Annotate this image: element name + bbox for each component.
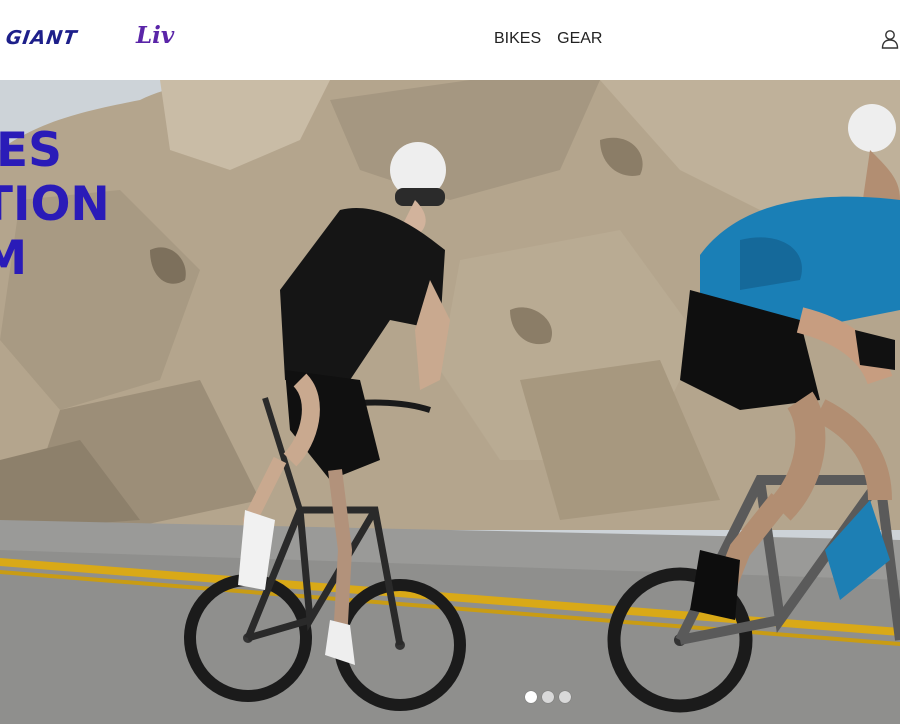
headline-line-1: ES bbox=[0, 123, 62, 178]
carousel-dot-3[interactable] bbox=[559, 691, 571, 703]
nav-item-gear[interactable]: GEAR bbox=[557, 30, 602, 48]
site-header: GIANT Liv BIKES GEAR bbox=[0, 0, 900, 80]
carousel-indicators bbox=[525, 691, 571, 703]
hero-banner[interactable]: ES RATION AM bbox=[0, 80, 900, 724]
headline-line-3: AM bbox=[0, 231, 28, 286]
nav-item-bikes[interactable]: BIKES bbox=[494, 30, 541, 48]
main-nav: BIKES GEAR bbox=[494, 30, 602, 48]
hero-image bbox=[0, 80, 900, 724]
carousel-dot-1[interactable] bbox=[525, 691, 537, 703]
carousel-dot-2[interactable] bbox=[542, 691, 554, 703]
user-icon[interactable] bbox=[880, 29, 900, 49]
hero-headline: ES RATION AM bbox=[0, 124, 110, 286]
liv-logo[interactable]: Liv bbox=[136, 22, 174, 49]
headline-line-2: RATION bbox=[0, 177, 110, 232]
giant-logo[interactable]: GIANT bbox=[4, 27, 78, 49]
